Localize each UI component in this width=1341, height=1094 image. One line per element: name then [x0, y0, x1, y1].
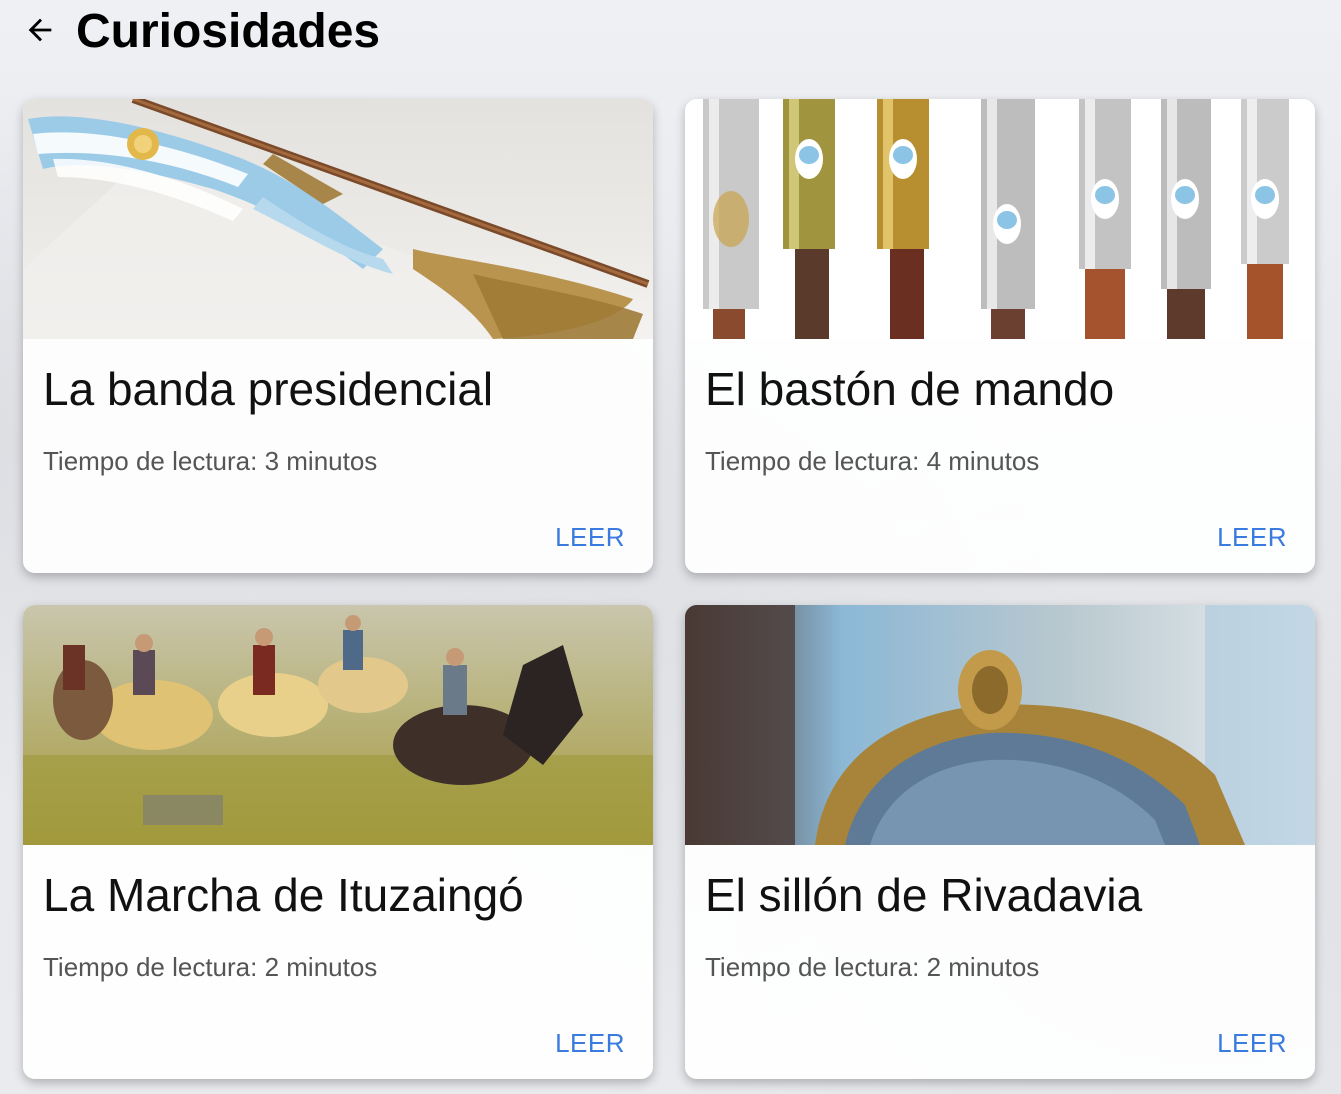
- card-sillon-rivadavia[interactable]: El sillón de Rivadavia Tiempo de lectura…: [685, 605, 1315, 1079]
- card-reading-time: Tiempo de lectura: 4 minutos: [705, 446, 1040, 476]
- card-reading-time: Tiempo de lectura: 2 minutos: [705, 952, 1040, 982]
- page-title: Curiosidades: [76, 5, 381, 58]
- card-baston-de-mando[interactable]: El bastón de mando Tiempo de lectura: 4 …: [685, 99, 1315, 573]
- read-button[interactable]: LEER: [1217, 1027, 1287, 1059]
- card-title: La banda presidencial: [43, 363, 494, 415]
- arrow-left-icon: [28, 18, 52, 42]
- card-marcha-ituzaingo[interactable]: La Marcha de Ituzaingó Tiempo de lectura…: [23, 605, 653, 1079]
- back-button[interactable]: [20, 10, 60, 50]
- card-banda-presidencial[interactable]: La banda presidencial Tiempo de lectura:…: [23, 99, 653, 573]
- presidential-sash-image: [23, 99, 653, 339]
- card-title: El sillón de Rivadavia: [705, 869, 1143, 921]
- battle-painting-image: [23, 605, 653, 845]
- command-staffs-image: [685, 99, 1315, 339]
- read-button[interactable]: LEER: [1217, 521, 1287, 553]
- rivadavia-chair-image: [685, 605, 1315, 845]
- card-title: El bastón de mando: [705, 363, 1115, 415]
- read-button[interactable]: LEER: [555, 1027, 625, 1059]
- card-title: La Marcha de Ituzaingó: [43, 869, 524, 921]
- read-button[interactable]: LEER: [555, 521, 625, 553]
- app-header: Curiosidades: [0, 0, 1341, 70]
- card-reading-time: Tiempo de lectura: 2 minutos: [43, 952, 378, 982]
- card-reading-time: Tiempo de lectura: 3 minutos: [43, 446, 378, 476]
